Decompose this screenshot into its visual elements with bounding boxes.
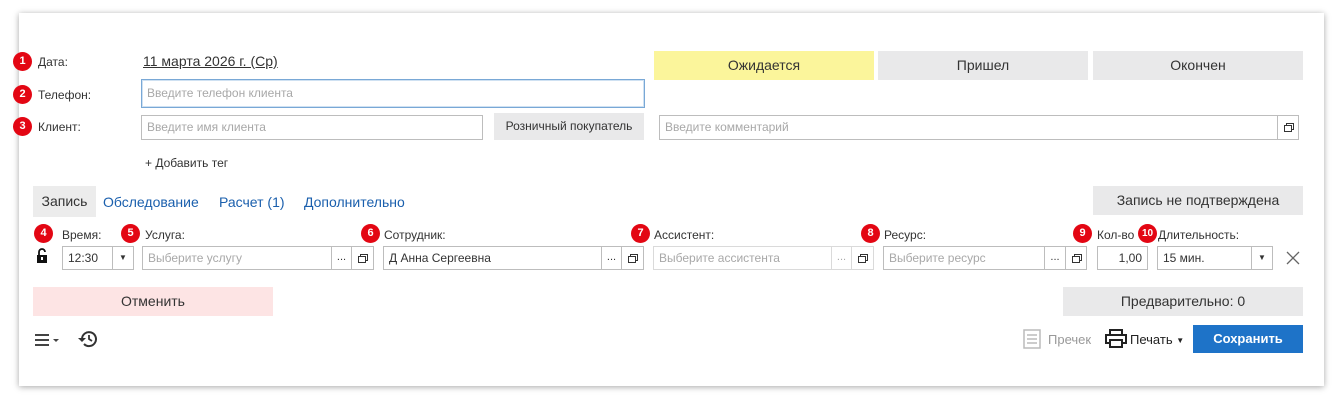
step-badge-7: 7 <box>631 224 650 243</box>
resource-input[interactable]: Выберите ресурс <box>883 246 1046 270</box>
duration-label: Длительность: <box>1158 228 1240 242</box>
resource-select-button[interactable]: ... <box>1044 246 1066 270</box>
popup-icon <box>358 254 368 263</box>
time-select[interactable]: 12:30 ▼ <box>62 246 134 270</box>
assistant-select-button[interactable]: ... <box>831 246 852 270</box>
chevron-down-icon[interactable]: ▼ <box>112 247 133 269</box>
preliminary-button[interactable]: Предварительно: 0 <box>1063 287 1303 316</box>
step-badge-1: 1 <box>13 52 32 71</box>
comment-input[interactable]: Введите комментарий <box>659 115 1299 140</box>
tab-additional[interactable]: Дополнительно <box>304 194 405 210</box>
assistant-input[interactable]: Выберите ассистента <box>653 246 833 270</box>
service-input[interactable]: Выберите услугу <box>142 246 332 270</box>
print-button[interactable]: Печать ▼ <box>1130 332 1184 347</box>
status-waiting-button[interactable]: Ожидается <box>654 51 874 80</box>
step-badge-9: 9 <box>1073 224 1092 243</box>
popup-icon <box>1283 123 1294 132</box>
step-badge-2: 2 <box>13 85 32 104</box>
retail-customer-button[interactable]: Розничный покупатель <box>494 113 644 140</box>
receipt-icon <box>1023 329 1041 349</box>
appointment-card: 1 Дата: 11 марта 2026 г. (Ср) Ожидается … <box>13 13 1324 386</box>
unconfirmed-button[interactable]: Запись не подтверждена <box>1093 186 1303 215</box>
client-label: Клиент: <box>38 120 81 134</box>
print-label: Печать <box>1130 332 1173 347</box>
close-icon[interactable] <box>1285 250 1301 266</box>
popup-icon <box>858 254 868 263</box>
time-value: 12:30 <box>68 251 99 265</box>
service-select-button[interactable]: ... <box>331 246 352 270</box>
tab-examination[interactable]: Обследование <box>103 194 199 210</box>
resource-popup-button[interactable] <box>1065 246 1087 270</box>
status-finished-button[interactable]: Окончен <box>1093 51 1303 80</box>
comment-popup-button[interactable] <box>1277 116 1298 139</box>
add-tag-link[interactable]: + Добавить тег <box>145 156 228 170</box>
resource-label: Ресурс: <box>884 228 927 242</box>
qty-label: Кол-во <box>1097 228 1135 242</box>
menu-icon <box>35 334 59 346</box>
phone-input[interactable]: Введите телефон клиента <box>141 79 645 108</box>
date-link[interactable]: 11 марта 2026 г. (Ср) <box>143 53 278 69</box>
phone-label: Телефон: <box>38 88 92 102</box>
printer-icon <box>1105 329 1127 349</box>
tab-record[interactable]: Запись <box>33 186 96 217</box>
step-badge-6: 6 <box>361 224 380 243</box>
date-label: Дата: <box>38 55 68 69</box>
history-button[interactable] <box>77 329 99 349</box>
quantity-input[interactable]: 1,00 <box>1097 246 1148 270</box>
history-icon <box>78 331 97 348</box>
step-badge-3: 3 <box>13 117 32 136</box>
service-popup-button[interactable] <box>351 246 374 270</box>
unlock-icon[interactable] <box>36 248 50 264</box>
step-badge-4: 4 <box>34 224 53 243</box>
status-arrived-button[interactable]: Пришел <box>878 51 1088 80</box>
chevron-down-icon[interactable]: ▼ <box>1251 247 1272 269</box>
popup-icon <box>1071 254 1082 263</box>
duration-value: 15 мин. <box>1163 251 1205 265</box>
step-badge-10: 10 <box>1138 224 1157 243</box>
staff-label: Сотрудник: <box>384 228 446 242</box>
duration-select[interactable]: 15 мин. ▼ <box>1157 246 1273 270</box>
assistant-label: Ассистент: <box>654 228 715 242</box>
step-badge-8: 8 <box>861 224 880 243</box>
chevron-down-icon: ▼ <box>1176 336 1185 346</box>
assistant-popup-button[interactable] <box>851 246 874 270</box>
staff-popup-button[interactable] <box>621 246 644 270</box>
step-badge-5: 5 <box>121 224 140 243</box>
menu-button[interactable] <box>34 331 62 349</box>
receipt-button[interactable]: Пречек <box>1048 332 1091 347</box>
client-input[interactable]: Введите имя клиента <box>141 115 483 140</box>
staff-select-button[interactable]: ... <box>601 246 622 270</box>
service-label: Услуга: <box>145 228 185 242</box>
tab-calculation[interactable]: Расчет (1) <box>219 194 285 210</box>
time-label: Время: <box>62 228 102 242</box>
popup-icon <box>628 254 638 263</box>
staff-input[interactable]: Д Анна Сергеевна <box>383 246 603 270</box>
save-button[interactable]: Сохранить <box>1193 325 1303 353</box>
cancel-button[interactable]: Отменить <box>33 287 273 316</box>
